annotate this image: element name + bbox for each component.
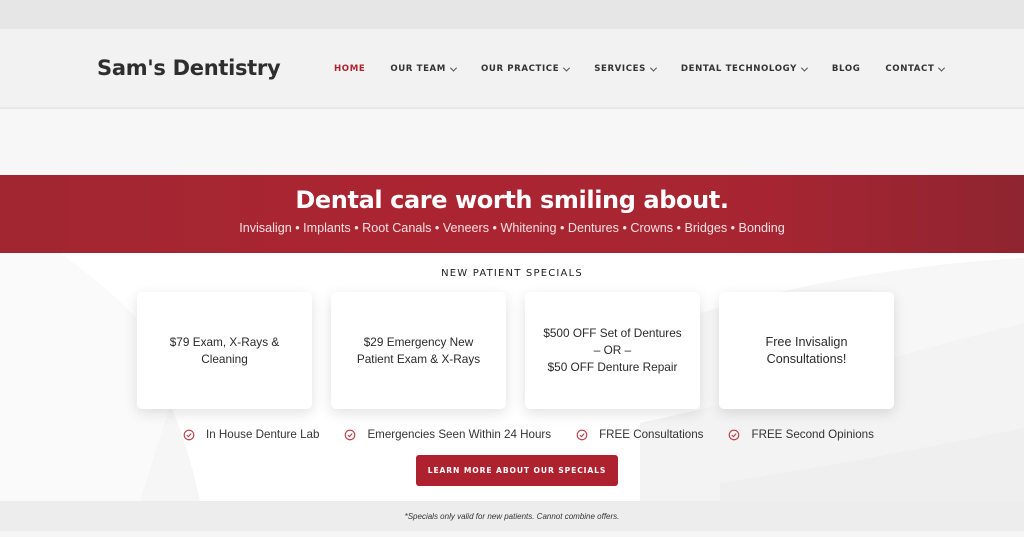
specials-heading: NEW PATIENT SPECIALS [441, 268, 583, 279]
nav-item-label: OUR TEAM [390, 64, 446, 74]
nav-item-label: OUR PRACTICE [480, 64, 560, 74]
hero-title: Dental care worth smiling about. [295, 186, 729, 214]
check-circle-icon [576, 429, 588, 440]
special-card-dentures[interactable]: $500 OFF Set of Dentures – OR – $50 OFF … [525, 292, 700, 409]
nav-item-dental-technology[interactable]: DENTAL TECHNOLOGY [680, 64, 808, 74]
specials-cards: $79 Exam, X-Rays & Cleaning $29 Emergenc… [137, 292, 913, 409]
learn-more-specials-button[interactable]: LEARN MORE ABOUT OUR SPECIALS [416, 455, 618, 486]
specials-disclaimer: *Specials only valid for new patients. C… [0, 501, 1024, 531]
chevron-down-icon [800, 64, 808, 72]
top-strip [0, 0, 1024, 29]
feature-label: FREE Consultations [599, 428, 704, 441]
nav-item-our-team[interactable]: OUR TEAM [390, 64, 458, 74]
check-circle-icon [183, 429, 195, 440]
header-spacer [0, 109, 1024, 175]
chevron-down-icon [563, 64, 571, 72]
feature-item: Emergencies Seen Within 24 Hours [344, 428, 551, 441]
nav-item-label: CONTACT [885, 64, 935, 74]
chevron-down-icon [449, 64, 458, 72]
feature-label: Emergencies Seen Within 24 Hours [367, 428, 552, 441]
nav-item-services[interactable]: SERVICES [594, 64, 657, 74]
site-header: Sam's Dentistry HOME OUR TEAM OUR PRACTI… [0, 29, 1024, 108]
chevron-down-icon [938, 64, 946, 72]
nav-item-label: SERVICES [594, 64, 646, 74]
features-list: In House Denture Lab Emergencies Seen Wi… [183, 428, 899, 441]
hero-banner: Dental care worth smiling about. Invisal… [0, 175, 1024, 253]
nav-item-label: DENTAL TECHNOLOGY [680, 64, 797, 74]
main-nav: HOME OUR TEAM OUR PRACTICE SERVICES DENT… [334, 64, 969, 74]
check-circle-icon [345, 429, 356, 440]
special-card-emergency[interactable]: $29 Emergency New Patient Exam & X-Rays [331, 292, 506, 409]
site-logo[interactable]: Sam's Dentistry [97, 56, 281, 80]
nav-item-label: BLOG [831, 64, 861, 74]
nav-item-contact[interactable]: CONTACT [885, 64, 946, 74]
special-card-exam[interactable]: $79 Exam, X-Rays & Cleaning [137, 292, 312, 409]
specials-section: NEW PATIENT SPECIALS $79 Exam, X-Rays & … [0, 253, 1024, 501]
bottom-strip [0, 531, 1024, 537]
feature-label: FREE Second Opinions [751, 428, 874, 441]
nav-item-label: HOME [334, 64, 366, 74]
nav-item-home[interactable]: HOME [334, 64, 365, 74]
special-card-invisalign[interactable]: Free Invisalign Consultations! [719, 292, 894, 409]
feature-label: In House Denture Lab [206, 428, 320, 441]
nav-item-our-practice[interactable]: OUR PRACTICE [480, 64, 571, 74]
hero-services-list: Invisalign • Implants • Root Canals • Ve… [239, 221, 785, 235]
check-circle-icon [729, 429, 740, 440]
feature-item: FREE Consultations [576, 428, 703, 441]
feature-item: FREE Second Opinions [728, 428, 874, 441]
feature-item: In House Denture Lab [183, 428, 319, 441]
chevron-down-icon [649, 64, 657, 72]
nav-item-blog[interactable]: BLOG [832, 64, 860, 74]
